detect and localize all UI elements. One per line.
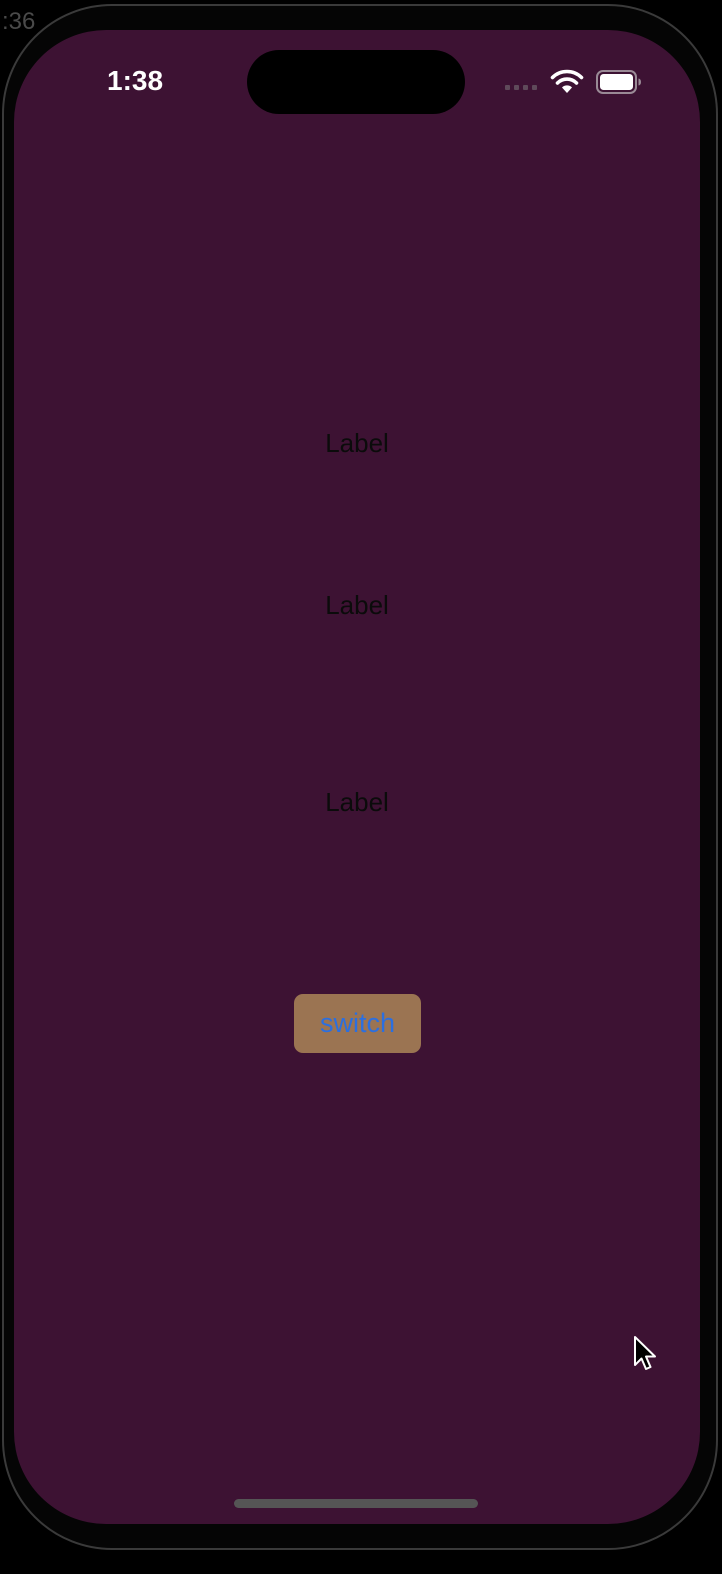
simulator-window: :36 1:38 Label Label Label switch xyxy=(0,0,722,1574)
signal-icon xyxy=(505,85,537,90)
label-2: Label xyxy=(325,590,389,620)
mouse-pointer-icon xyxy=(634,1336,656,1370)
switch-button[interactable]: switch xyxy=(294,994,421,1053)
phone-screen: 1:38 Label Label Label switch xyxy=(14,30,700,1524)
label-1: Label xyxy=(325,428,389,458)
wifi-icon xyxy=(550,69,584,93)
home-indicator[interactable] xyxy=(234,1499,478,1508)
background-clock: :36 xyxy=(2,8,36,35)
dynamic-island xyxy=(247,50,465,114)
battery-icon xyxy=(596,70,641,94)
status-bar-time: 1:38 xyxy=(107,65,164,96)
label-3: Label xyxy=(325,787,389,817)
